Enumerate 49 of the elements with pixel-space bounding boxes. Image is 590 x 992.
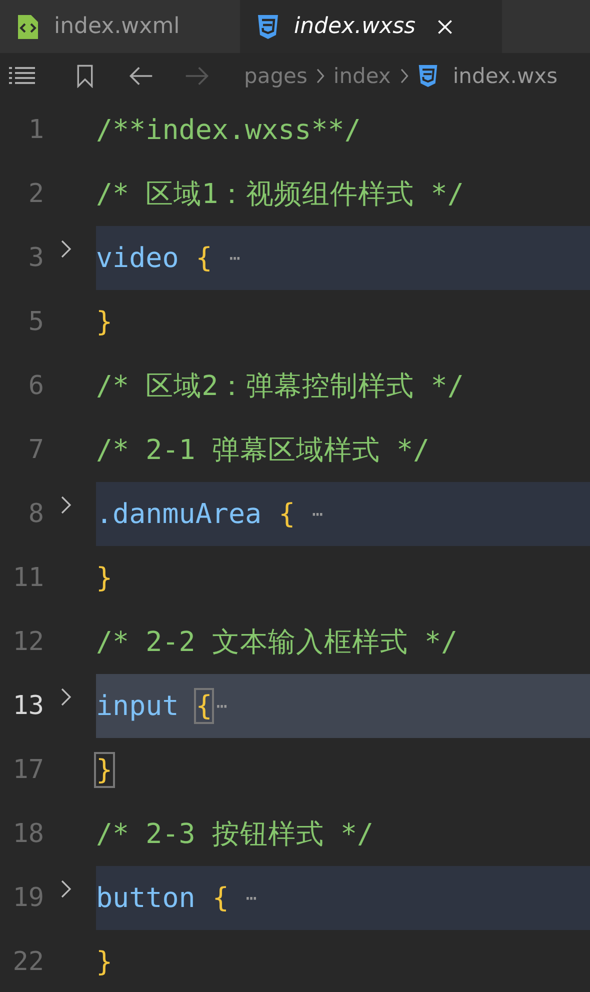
fold-chevron-icon[interactable]: [60, 239, 72, 259]
fold-ellipsis[interactable]: ⋯: [312, 504, 323, 524]
line-number: 5: [27, 307, 45, 337]
css-selector: input: [96, 690, 179, 722]
line-number: 3: [27, 243, 45, 273]
css-selector: video: [96, 242, 179, 274]
fold-chevron-icon[interactable]: [60, 687, 72, 707]
fold-ellipsis[interactable]: ⋯: [229, 248, 240, 268]
editor-tab[interactable]: index.wxml: [0, 0, 240, 53]
fold-chevron-icon[interactable]: [60, 879, 72, 899]
brace: }: [96, 306, 113, 338]
breadcrumb-item[interactable]: index.wxs: [452, 64, 558, 88]
code-comment: /* 区域2：弹幕控制样式 */: [96, 369, 464, 404]
code-comment: /**index.wxss**/: [96, 114, 361, 146]
breadcrumb-item[interactable]: index: [333, 64, 391, 88]
brace: {: [196, 690, 212, 722]
css-file-icon: [416, 62, 439, 88]
line-number: 18: [12, 819, 45, 849]
brace: }: [96, 946, 113, 978]
code-file-icon: [16, 12, 40, 40]
breadcrumb-item[interactable]: pages: [244, 64, 308, 88]
brace: {: [212, 882, 229, 914]
css-selector: .danmuArea: [96, 498, 262, 530]
editor-tab[interactable]: index.wxss: [240, 0, 502, 53]
fold-ellipsis[interactable]: ⋯: [246, 888, 257, 908]
line-number: 13: [12, 691, 45, 721]
brace: }: [96, 562, 113, 594]
line-number: 17: [12, 755, 45, 785]
line-number: 11: [12, 563, 45, 593]
line-number: 12: [12, 627, 45, 657]
code-comment: /* 2-2 文本输入框样式 */: [96, 625, 458, 660]
brace: {: [278, 498, 296, 530]
brace: }: [96, 754, 113, 786]
line-number: 1: [27, 115, 45, 145]
fold-chevron-icon[interactable]: [60, 495, 72, 515]
css-file-icon: [256, 12, 280, 40]
brace: {: [196, 242, 212, 274]
line-number: 2: [27, 179, 45, 209]
fold-ellipsis[interactable]: ⋯: [216, 696, 228, 716]
line-number: 8: [27, 499, 45, 529]
code-comment: /* 2-3 按钮样式 */: [96, 817, 374, 852]
line-number: 6: [27, 371, 45, 401]
line-number: 7: [27, 435, 45, 465]
code-comment: /* 2-1 弹幕区域样式 */: [96, 433, 430, 468]
code-comment: /* 区域1：视频组件样式 */: [96, 177, 464, 212]
css-selector: button: [96, 882, 196, 914]
close-icon[interactable]: [436, 18, 454, 36]
line-number: 19: [12, 883, 45, 913]
line-number: 22: [12, 947, 45, 977]
